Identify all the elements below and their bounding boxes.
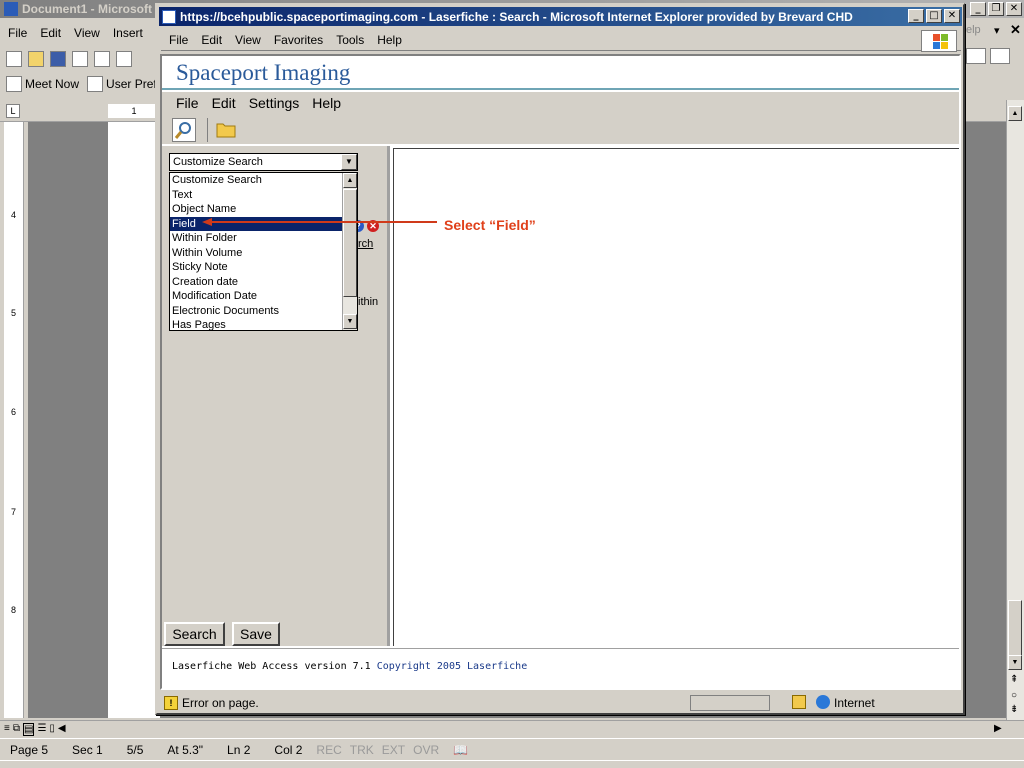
annotation-overlay (202, 218, 437, 226)
annotation-arrow-head (202, 218, 212, 226)
annotation-label: Select “Field” (444, 217, 536, 233)
